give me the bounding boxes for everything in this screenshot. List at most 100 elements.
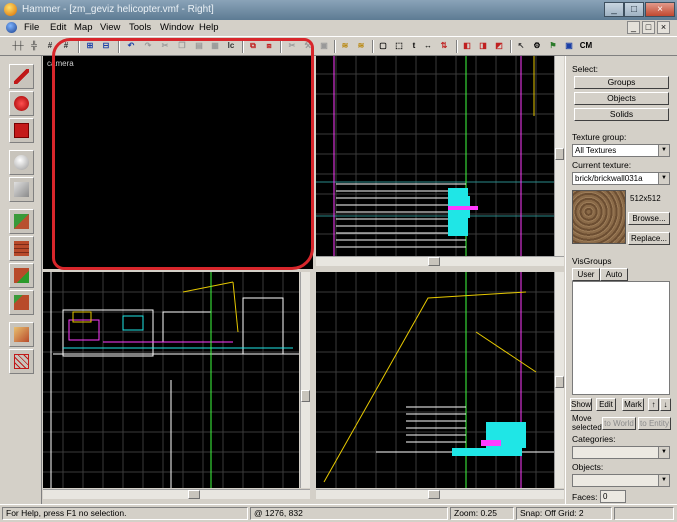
- apply-texture-tool-button[interactable]: [9, 236, 34, 261]
- run-map-icon[interactable]: ▣: [562, 39, 576, 53]
- cm-button[interactable]: CM: [578, 39, 594, 53]
- tab-auto[interactable]: Auto: [600, 268, 628, 281]
- magnify-tool-button[interactable]: [9, 91, 34, 116]
- mdi-minimize-button[interactable]: _: [627, 21, 640, 34]
- camera-viewport[interactable]: camera: [43, 56, 313, 269]
- scroll-thumb[interactable]: [188, 490, 200, 499]
- mdi-close-button[interactable]: ×: [657, 21, 670, 34]
- toggle-sprites-icon[interactable]: ◨: [476, 39, 490, 53]
- select-solids-button[interactable]: Solids: [574, 108, 669, 121]
- gear-icon[interactable]: ⚙: [530, 39, 544, 53]
- menu-help[interactable]: Help: [199, 22, 219, 33]
- visgroups-list[interactable]: [572, 281, 670, 395]
- menu-tools[interactable]: Tools: [129, 22, 151, 33]
- redo-icon[interactable]: ↷: [141, 39, 155, 53]
- vertex-tool-button[interactable]: [9, 349, 34, 374]
- close-button[interactable]: ×: [645, 2, 675, 17]
- mark-button[interactable]: Mark: [622, 398, 644, 411]
- edit-button[interactable]: Edit: [596, 398, 616, 411]
- tab-user[interactable]: User: [572, 268, 600, 281]
- paste-icon[interactable]: ▤: [192, 39, 206, 53]
- objects-select[interactable]: ▼: [572, 474, 670, 487]
- menu-map[interactable]: Map: [74, 22, 92, 33]
- pointer-icon[interactable]: ↖: [514, 39, 528, 53]
- copy-icon[interactable]: ❐: [175, 39, 189, 53]
- move-down-button[interactable]: ↓: [660, 398, 671, 411]
- top-right-horizontal-scrollbar[interactable]: [316, 256, 564, 266]
- magnify-icon: [14, 96, 29, 111]
- select-objects-button[interactable]: Objects: [574, 92, 669, 105]
- status-help-text: For Help, press F1 no selection.: [2, 507, 248, 520]
- menu-file[interactable]: File: [24, 22, 39, 33]
- clip-tool-icon: [14, 327, 29, 342]
- overlay-tool-button[interactable]: [9, 290, 34, 315]
- select-groups-button[interactable]: Groups: [574, 76, 669, 89]
- scroll-thumb[interactable]: [428, 490, 440, 499]
- current-texture-select[interactable]: brick/brickwall031a ▼: [572, 172, 670, 185]
- menu-view[interactable]: View: [100, 22, 120, 33]
- cut-icon[interactable]: ✂: [158, 39, 172, 53]
- print-icon[interactable]: ▦: [208, 39, 222, 53]
- block-tool-button[interactable]: [9, 177, 34, 202]
- toggle-texture-tool-button[interactable]: [9, 209, 34, 234]
- quick-hide-icon[interactable]: ≋: [338, 39, 352, 53]
- scroll-thumb[interactable]: [555, 148, 564, 160]
- toggle-models-icon[interactable]: ◧: [460, 39, 474, 53]
- to-world-button[interactable]: to World: [602, 417, 636, 430]
- camera-tool-button[interactable]: [9, 118, 34, 143]
- grid-toggle-icon[interactable]: ┼┼: [11, 39, 25, 53]
- texture-size: 512x512: [630, 194, 661, 203]
- top-right-vertical-scrollbar[interactable]: [554, 56, 564, 256]
- cordon-icon[interactable]: ▢: [376, 39, 390, 53]
- faces-input[interactable]: 0: [600, 490, 626, 503]
- scroll-thumb[interactable]: [428, 257, 440, 266]
- scroll-thumb[interactable]: [555, 376, 564, 388]
- texture-group-select[interactable]: All Textures ▼: [572, 144, 670, 157]
- menu-edit[interactable]: Edit: [50, 22, 66, 33]
- tool-palette: [0, 56, 42, 504]
- hide-icon[interactable]: ≋: [354, 39, 368, 53]
- browse-button[interactable]: Browse...: [628, 212, 670, 225]
- grid-smaller-icon[interactable]: #: [43, 39, 57, 53]
- text-icon[interactable]: t: [407, 39, 421, 53]
- carve-icon[interactable]: ⧉: [246, 39, 260, 53]
- flip-icon[interactable]: ⇅: [437, 39, 451, 53]
- undo-icon[interactable]: ↶: [124, 39, 138, 53]
- group-icon[interactable]: ⊞: [83, 39, 97, 53]
- bottom-left-viewport[interactable]: [43, 272, 299, 488]
- ungroup-icon[interactable]: ⊟: [99, 39, 113, 53]
- align-icon[interactable]: ↔: [421, 39, 435, 53]
- toggle-overlays-icon[interactable]: ◩: [492, 39, 506, 53]
- bottom-left-vertical-scrollbar[interactable]: [300, 272, 310, 488]
- paste-special-icon[interactable]: ▣: [317, 39, 331, 53]
- show-button[interactable]: Show: [570, 398, 592, 411]
- compile-icon[interactable]: ⚑: [546, 39, 560, 53]
- mdi-restore-button[interactable]: □: [642, 21, 655, 34]
- decal-tool-button[interactable]: [9, 263, 34, 288]
- cordon-edit-icon[interactable]: ⬚: [392, 39, 406, 53]
- menu-window[interactable]: Window: [160, 22, 194, 33]
- minimize-button[interactable]: _: [604, 2, 624, 17]
- grid-larger-icon[interactable]: ╬: [27, 39, 41, 53]
- move-up-button[interactable]: ↑: [648, 398, 659, 411]
- top-right-viewport[interactable]: [316, 56, 554, 256]
- hollow-icon[interactable]: ⧈: [262, 39, 276, 53]
- categories-select[interactable]: ▼: [572, 446, 670, 459]
- entity-tool-button[interactable]: [9, 150, 34, 175]
- to-entity-button[interactable]: to Entity: [638, 417, 671, 430]
- selection-tool-button[interactable]: [9, 64, 34, 89]
- maximize-button[interactable]: □: [624, 2, 644, 17]
- texture-lock-icon[interactable]: lc: [224, 39, 238, 53]
- bottom-right-horizontal-scrollbar[interactable]: [316, 489, 564, 499]
- objects-label: Objects:: [572, 462, 604, 472]
- clipping-tool-button[interactable]: [9, 322, 34, 347]
- clip-icon[interactable]: ✂: [285, 39, 299, 53]
- replace-button[interactable]: Replace...: [628, 232, 670, 245]
- document-icon[interactable]: [6, 22, 17, 33]
- bottom-right-vertical-scrollbar[interactable]: [554, 272, 564, 488]
- scroll-thumb[interactable]: [301, 390, 310, 402]
- 3d-grid-icon[interactable]: #: [59, 39, 73, 53]
- bottom-right-viewport[interactable]: [316, 272, 554, 488]
- bottom-left-horizontal-scrollbar[interactable]: [43, 489, 310, 499]
- vertex-icon[interactable]: ⚒: [301, 39, 315, 53]
